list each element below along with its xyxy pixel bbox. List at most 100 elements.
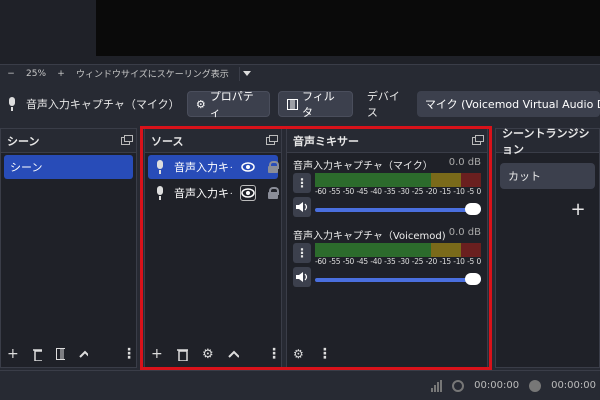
microphone-icon	[6, 97, 18, 111]
properties-button[interactable]: ⚙ プロパティ	[186, 90, 271, 119]
channel-name: 音声入力キャプチャ（Voicemod)	[293, 231, 446, 242]
transitions-dock: シーントランジション カット +	[495, 127, 600, 368]
lock-icon[interactable]	[268, 161, 279, 173]
add-scene-button[interactable]: +	[7, 346, 19, 362]
microphone-icon	[154, 186, 166, 200]
tick-label: -55	[328, 187, 341, 196]
mixer-footer: ⚙ ⋮	[287, 341, 487, 367]
undock-icon[interactable]	[266, 134, 278, 145]
scenes-header: シーン	[1, 129, 136, 153]
scenes-footer: + ⋮	[1, 341, 136, 367]
scenes-dock: シーン シーン + ⋮	[0, 128, 137, 368]
undock-icon[interactable]	[121, 134, 133, 145]
filter-icon	[287, 98, 298, 110]
signal-bars-icon	[431, 379, 443, 392]
source-label: 音声入力キャプチャ	[174, 187, 232, 200]
mute-button[interactable]	[293, 197, 311, 217]
scene-filter-icon[interactable]	[55, 348, 65, 360]
gear-icon: ⚙	[195, 97, 206, 111]
volume-slider[interactable]	[315, 273, 481, 287]
chevron-up-icon[interactable]	[227, 350, 239, 358]
channel-db: 0.0 dB	[448, 157, 481, 168]
sources-title: ソース	[151, 134, 184, 148]
chevron-up-icon[interactable]	[79, 350, 89, 358]
audio-mixer-dock: 音声ミキサー 音声入力キャプチャ（マイク） 0.0 dB ⋮ -60 -55 -50…	[286, 128, 488, 368]
filters-button[interactable]: フィルタ	[278, 90, 353, 119]
tick-label: -25	[411, 187, 424, 196]
tick-label: -50	[342, 257, 355, 266]
source-item[interactable]: 音声入力キャプチャ	[148, 181, 279, 205]
sources-dock: ソース 音声入力キャプチャ 音声入力キャプチャ + ⚙ ⋮	[144, 128, 282, 368]
channel-name: 音声入力キャプチャ（マイク）	[293, 161, 433, 172]
add-transition-button[interactable]: +	[568, 199, 588, 220]
meter-ticks: -60 -55 -50 -45 -40 -35 -30 -25 -20 -15 -10 -5 0	[315, 187, 481, 197]
stream-time: 00:00:00	[474, 380, 520, 391]
transitions-header: シーントランジション	[496, 127, 599, 156]
tick-label: -30	[397, 257, 410, 266]
zoom-percent: 25%	[26, 68, 47, 79]
gear-icon[interactable]: ⚙	[202, 347, 214, 362]
zoom-scale-label: ウィンドウサイズにスケーリング表示	[76, 70, 229, 80]
tick-label: -50	[342, 187, 355, 196]
tick-label: -15	[439, 257, 451, 266]
add-source-button[interactable]: +	[151, 346, 163, 362]
advanced-audio-icon[interactable]: ⚙	[293, 347, 304, 361]
record-icon	[529, 379, 542, 392]
sources-header: ソース	[145, 129, 281, 153]
undock-icon[interactable]	[472, 134, 484, 145]
device-label: デバイス	[366, 90, 400, 119]
tick-label: -25	[411, 257, 424, 266]
lock-icon[interactable]	[268, 187, 279, 199]
trash-icon[interactable]	[32, 348, 42, 361]
eye-icon[interactable]	[240, 185, 256, 201]
channel-db: 0.0 dB	[448, 227, 481, 238]
tick-label: -5	[467, 187, 474, 196]
status-bar: 00:00:00 00:00:00	[0, 370, 600, 400]
volume-meter	[315, 173, 481, 187]
eye-icon[interactable]	[240, 159, 256, 175]
preview-canvas[interactable]	[96, 0, 600, 56]
transitions-title: シーントランジション	[502, 126, 590, 156]
tick-label: -20	[425, 257, 438, 266]
speaker-icon	[296, 272, 308, 282]
chevron-down-icon	[243, 71, 252, 76]
tick-label: -10	[453, 187, 465, 196]
zoom-dropdown-button[interactable]	[238, 66, 255, 81]
zoom-out-button[interactable]: −	[6, 69, 16, 79]
tick-label: -35	[384, 187, 396, 196]
channel-menu-button[interactable]: ⋮	[293, 173, 311, 193]
device-select[interactable]: マイク (Voicemod Virtual Audio Device	[416, 91, 600, 117]
speaker-icon	[296, 202, 308, 212]
sources-footer: + ⚙ ⋮	[145, 341, 281, 367]
more-icon[interactable]: ⋮	[267, 346, 281, 362]
tick-label: -35	[384, 257, 396, 266]
context-bar: 音声入力キャプチャ（マイク） ⚙ プロパティ フィルタ デバイス マイク (Vo…	[0, 84, 600, 124]
tick-label: -55	[328, 257, 341, 266]
preview-area	[0, 0, 600, 64]
tick-label: -30	[397, 187, 410, 196]
tick-label: -15	[439, 187, 451, 196]
trash-icon[interactable]	[176, 348, 189, 361]
more-icon[interactable]: ⋮	[122, 346, 136, 362]
volume-meter	[315, 243, 481, 257]
meter-ticks: -60 -55 -50 -45 -40 -35 -30 -25 -20 -15 -10 -5 0	[315, 257, 481, 267]
filters-label: フィルタ	[301, 90, 335, 119]
record-time: 00:00:00	[551, 380, 596, 391]
scenes-title: シーン	[7, 134, 40, 148]
source-item[interactable]: 音声入力キャプチャ	[148, 155, 279, 179]
volume-slider[interactable]	[315, 203, 481, 217]
tick-label: -60	[315, 187, 327, 196]
tick-label: -5	[467, 257, 474, 266]
tick-label: -40	[370, 187, 382, 196]
tick-label: -45	[356, 187, 368, 196]
tick-label: -45	[356, 257, 368, 266]
transition-select[interactable]: カット	[500, 163, 595, 189]
tick-label: -10	[453, 257, 465, 266]
scene-item[interactable]: シーン	[4, 155, 133, 179]
more-icon[interactable]: ⋮	[318, 346, 332, 362]
zoom-in-button[interactable]: +	[56, 69, 66, 79]
mixer-channel: 音声入力キャプチャ（Voicemod) 0.0 dB ⋮ -60 -55 -50 -4…	[287, 223, 487, 287]
mute-button[interactable]	[293, 267, 311, 287]
channel-menu-button[interactable]: ⋮	[293, 243, 311, 263]
source-label: 音声入力キャプチャ	[174, 161, 232, 174]
